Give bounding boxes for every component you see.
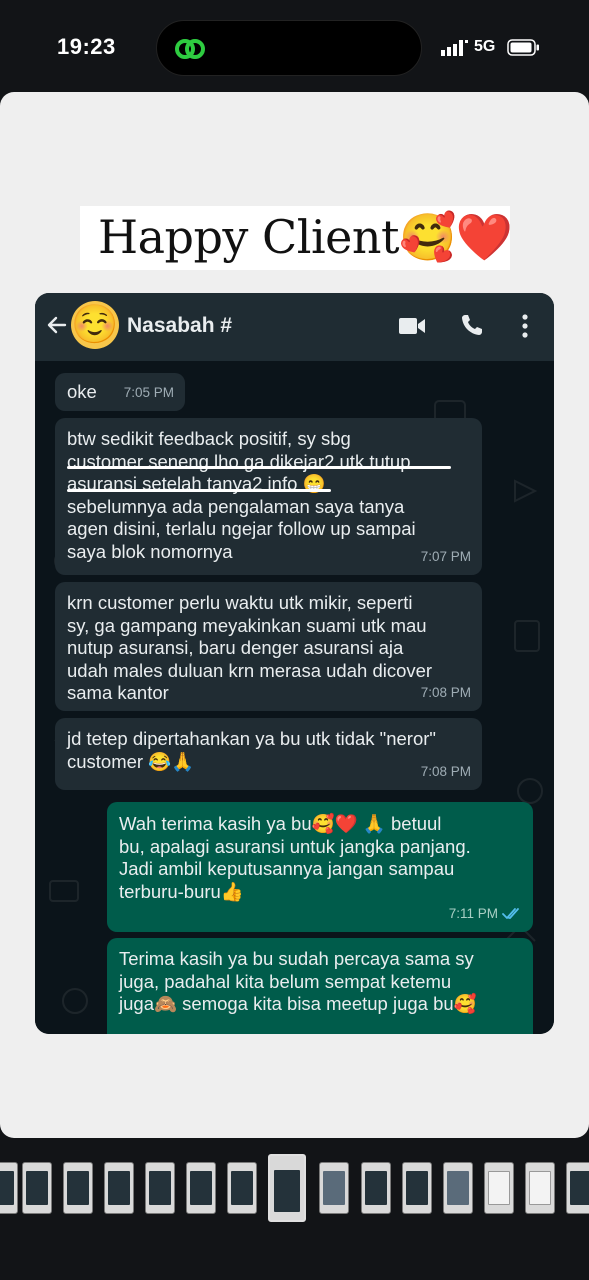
message-bubble-incoming[interactable]: krn customer perlu waktu utk mikir, sepe… [55, 582, 482, 711]
story-thumbnail-active[interactable] [268, 1154, 306, 1222]
story-thumbnail[interactable] [361, 1162, 391, 1214]
link-icon [175, 39, 205, 59]
story-thumbnail[interactable] [186, 1162, 216, 1214]
dynamic-island [156, 20, 422, 76]
story-thumbnail[interactable] [402, 1162, 432, 1214]
avatar: ☺️ [71, 301, 119, 349]
message-text: btw sedikit feedback positif, sy sbg cus… [67, 428, 416, 562]
network-type: 5G [474, 38, 496, 55]
message-time: 7:11 PM [449, 903, 522, 926]
video-call-icon [399, 318, 425, 334]
message-bubble-outgoing[interactable]: Terima kasih ya bu sudah percaya sama sy… [107, 938, 533, 1034]
title-banner: Happy Client🥰❤️ [80, 206, 513, 270]
message-bubble-outgoing[interactable]: Wah terima kasih ya bu🥰❤️ 🙏 betuul bu, a… [107, 802, 533, 932]
message-text: krn customer perlu waktu utk mikir, sepe… [67, 592, 433, 703]
message-text: Terima kasih ya bu sudah percaya sama sy… [119, 948, 477, 1014]
message-time: 7:08 PM [420, 684, 471, 700]
story-thumbnail[interactable] [145, 1162, 175, 1214]
message-text: jd tetep dipertahankan ya bu utk tidak "… [67, 728, 436, 772]
phone-icon [462, 315, 482, 335]
signal-icon [441, 40, 468, 56]
message-bubble-incoming[interactable]: jd tetep dipertahankan ya bu utk tidak "… [55, 718, 482, 790]
message-text: Wah terima kasih ya bu🥰❤️ 🙏 betuul bu, a… [119, 813, 471, 902]
story-thumbnail[interactable] [227, 1162, 257, 1214]
chat-body: oke 7:05 PM btw sedikit feedback positif… [35, 361, 554, 1034]
story-thumbnail[interactable] [484, 1162, 514, 1214]
chat-screenshot: ☺️ Nasabah # oke 7:05 PM btw sedikit fee… [35, 293, 554, 1034]
story-thumbnail-strip [0, 1150, 589, 1230]
highlight-underline [67, 489, 331, 492]
story-thumbnail[interactable] [443, 1162, 473, 1214]
more-vertical-icon [522, 314, 528, 338]
status-time: 19:23 [57, 34, 116, 59]
message-time: 7:05 PM [123, 384, 174, 400]
double-check-icon [502, 907, 519, 919]
chat-header: ☺️ Nasabah # [35, 293, 554, 361]
story-thumbnail[interactable] [319, 1162, 349, 1214]
contact-name: Nasabah # [127, 314, 233, 337]
message-time: 7:07 PM [420, 548, 471, 564]
message-bubble-incoming[interactable]: oke 7:05 PM [55, 373, 185, 411]
message-bubble-incoming[interactable]: btw sedikit feedback positif, sy sbg cus… [55, 418, 482, 575]
story-thumbnail[interactable] [525, 1162, 555, 1214]
story-thumbnail[interactable] [22, 1162, 52, 1214]
message-time: 7:08 PM [420, 763, 471, 779]
story-thumbnail[interactable] [566, 1162, 589, 1214]
story-card[interactable]: Happy Client🥰❤️ ☺️ Nasabah # oke 7:05 PM… [0, 92, 589, 1138]
story-title: Happy Client🥰❤️ [98, 210, 513, 264]
story-thumbnail[interactable] [0, 1162, 18, 1214]
status-bar: 19:23 5G [0, 0, 589, 92]
battery-icon [507, 39, 539, 56]
story-thumbnail[interactable] [104, 1162, 134, 1214]
arrow-left-icon [47, 316, 67, 334]
highlight-underline [67, 466, 451, 469]
story-thumbnail[interactable] [63, 1162, 93, 1214]
